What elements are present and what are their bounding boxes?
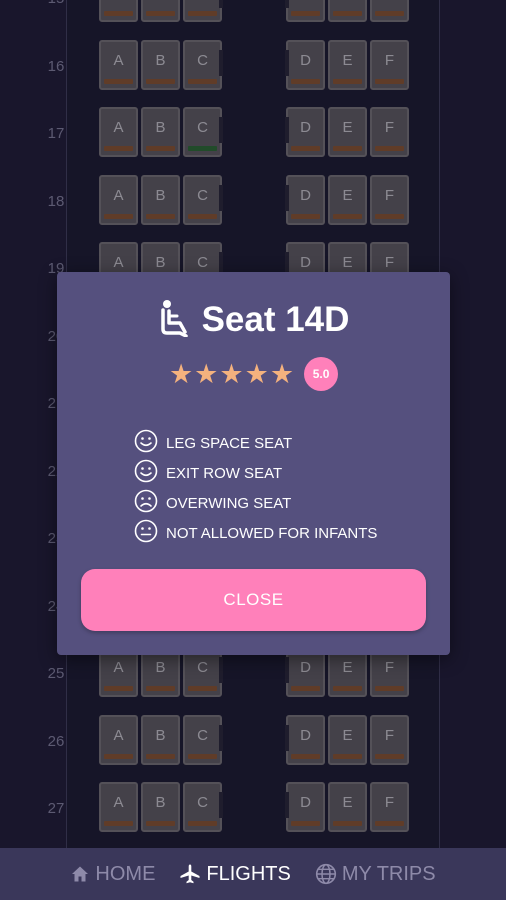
- happy-face-icon: [134, 459, 158, 487]
- feature-label: LEG SPACE SEAT: [166, 434, 293, 452]
- neutral-face-icon: [134, 519, 158, 547]
- star-icon: ★: [244, 358, 269, 389]
- bottom-navigation: HOME FLIGHTS MY TRIPS: [0, 848, 506, 900]
- nav-flights[interactable]: FLIGHTS: [167, 863, 302, 886]
- feature-item: LEG SPACE SEAT: [134, 428, 434, 458]
- nav-my-trips[interactable]: MY TRIPS: [303, 863, 448, 886]
- rating-badge: 5.0: [304, 357, 339, 391]
- close-button[interactable]: CLOSE: [81, 569, 426, 631]
- feature-label: NOT ALLOWED FOR INFANTS: [166, 524, 378, 542]
- home-icon: [70, 864, 90, 884]
- star-icon: ★: [269, 358, 295, 389]
- nav-label: FLIGHTS: [206, 862, 291, 885]
- feature-item: NOT ALLOWED FOR INFANTS: [134, 518, 434, 548]
- seat-icon: [158, 299, 192, 342]
- seat-features-list: LEG SPACE SEAT EXIT ROW SEAT OVERWING SEAT…: [134, 428, 434, 548]
- star-icon: ★: [168, 358, 194, 389]
- rating-stars: ★ ★ ★ ★ ★: [168, 358, 295, 389]
- star-icon: ★: [219, 358, 244, 389]
- globe-icon: [315, 863, 337, 885]
- sad-face-icon: [134, 489, 158, 517]
- seat-details-dialog: Seat 14D ★ ★ ★ ★ ★ 5.0 LEG SPACE SEAT EXIT RO…: [57, 272, 450, 655]
- seat-rating: ★ ★ ★ ★ ★ 5.0: [57, 357, 450, 391]
- dialog-header: Seat 14D: [57, 298, 450, 342]
- feature-item: EXIT ROW SEAT: [134, 458, 434, 488]
- nav-label: HOME: [95, 862, 156, 885]
- nav-home[interactable]: HOME: [58, 863, 167, 886]
- feature-item: OVERWING SEAT: [134, 488, 434, 518]
- airplane-icon: [179, 863, 201, 885]
- star-icon: ★: [194, 358, 219, 389]
- app: 15ABCDEF16ABCDEF17ABCDEF18ABCDEF19ABCDEF…: [0, 0, 506, 900]
- feature-label: OVERWING SEAT: [166, 494, 292, 512]
- happy-face-icon: [134, 429, 158, 457]
- nav-label: MY TRIPS: [341, 862, 436, 885]
- dialog-title: Seat 14D: [201, 300, 350, 339]
- feature-label: EXIT ROW SEAT: [166, 464, 283, 482]
